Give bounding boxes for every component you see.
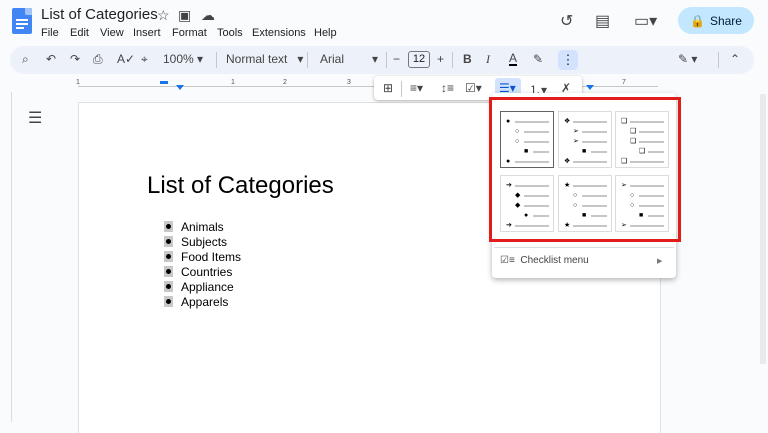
hide-menus-icon[interactable]: ⌃ — [730, 52, 740, 66]
editing-mode-icon[interactable]: ✎ ▾ — [678, 52, 697, 66]
bullet-icon — [164, 251, 173, 262]
print-icon[interactable]: ⎙ — [93, 52, 103, 67]
submenu-arrow-icon: ▶ — [657, 258, 663, 265]
docs-logo-icon[interactable] — [12, 8, 32, 34]
menu-help[interactable]: Help — [314, 27, 337, 39]
document-outline-icon[interactable]: ☰ — [28, 108, 42, 128]
right-indent-marker[interactable] — [586, 85, 594, 90]
highlight-color-icon[interactable]: ✎ — [533, 52, 543, 66]
ruler-number: 3 — [347, 79, 351, 86]
red-highlight-box — [489, 97, 681, 242]
menu-edit[interactable]: Edit — [70, 27, 89, 39]
share-button[interactable]: 🔒 Share — [678, 7, 754, 34]
menu-divider — [494, 247, 674, 248]
list-item[interactable]: Food Items — [164, 250, 241, 264]
menu-insert[interactable]: Insert — [133, 27, 161, 39]
bullet-icon — [164, 236, 173, 247]
checklist-icon: ☑≡ — [500, 255, 515, 266]
search-menus-icon[interactable]: ⌕ — [22, 52, 29, 67]
decrease-font-size-button[interactable]: − — [393, 52, 400, 66]
menu-tools[interactable]: Tools — [217, 27, 243, 39]
zoom-value: 100% — [163, 52, 194, 66]
undo-icon[interactable]: ↶ — [46, 52, 56, 66]
bullet-icon — [164, 281, 173, 292]
align-icon[interactable]: ≡▾ — [410, 81, 423, 95]
document-heading[interactable]: List of Categories — [147, 172, 334, 200]
bullet-icon — [164, 296, 173, 307]
comments-icon[interactable]: ▤ — [595, 11, 610, 31]
menu-extensions[interactable]: Extensions — [252, 27, 306, 39]
list-item[interactable]: Appliance — [164, 280, 234, 294]
list-item[interactable]: Apparels — [164, 295, 228, 309]
move-folder-icon[interactable]: ▣ — [178, 7, 191, 24]
left-indent-marker[interactable] — [176, 85, 184, 90]
lock-icon: 🔒 — [690, 13, 705, 28]
style-select[interactable]: Normal text ▾ — [226, 52, 303, 66]
redo-icon[interactable]: ↷ — [70, 52, 80, 66]
bold-icon[interactable]: B — [463, 52, 472, 66]
line-spacing-icon[interactable]: ↕≡ — [441, 81, 454, 95]
ruler-number: 2 — [283, 79, 287, 86]
vertical-ruler — [0, 92, 12, 422]
text-color-icon[interactable]: A — [509, 52, 518, 66]
list-item[interactable]: Animals — [164, 220, 224, 234]
toolbar-divider — [386, 52, 387, 68]
vertical-scrollbar[interactable] — [760, 94, 766, 364]
bullet-icon — [164, 221, 173, 232]
insert-image-icon[interactable]: ⊞ — [383, 81, 393, 95]
first-line-indent-marker[interactable] — [160, 81, 168, 84]
font-select[interactable]: Arial ▾ — [320, 52, 378, 66]
share-label: Share — [709, 13, 742, 28]
toolbar-divider — [718, 52, 719, 68]
history-icon[interactable]: ↺ — [560, 11, 573, 31]
toolbar-divider — [452, 52, 453, 68]
more-options-icon[interactable]: ⋮ — [558, 50, 578, 70]
toolbar-divider — [307, 52, 308, 68]
style-value: Normal text — [226, 52, 288, 66]
list-item[interactable]: Subjects — [164, 235, 227, 249]
toolbar-divider — [216, 52, 217, 68]
menu-view[interactable]: View — [100, 27, 124, 39]
font-value: Arial — [320, 52, 345, 66]
list-item[interactable]: Countries — [164, 265, 232, 279]
checklist-icon[interactable]: ☑▾ — [465, 81, 482, 95]
cloud-status-icon: ☁ — [201, 7, 215, 23]
toolbar-divider — [401, 81, 402, 97]
star-icon[interactable]: ☆ — [157, 7, 170, 24]
zoom-select[interactable]: 100% ▾ — [163, 52, 203, 66]
bullet-icon — [164, 266, 173, 277]
italic-icon[interactable]: I — [486, 52, 490, 67]
paint-format-icon[interactable]: ⌖ — [141, 52, 148, 67]
ruler-number: 1 — [231, 79, 235, 86]
spellcheck-icon[interactable]: A✓ — [117, 52, 135, 66]
menu-format[interactable]: Format — [172, 27, 207, 39]
meet-icon[interactable]: ▭▾ — [634, 11, 657, 31]
checklist-menu-label: Checklist menu — [520, 255, 589, 266]
font-size-input[interactable]: 12 — [408, 51, 430, 68]
menu-file[interactable]: File — [41, 27, 59, 39]
increase-font-size-button[interactable]: + — [437, 52, 444, 66]
ruler-number: 1 — [76, 79, 80, 86]
ruler-number: 7 — [622, 79, 626, 86]
document-title[interactable]: List of Categories — [41, 6, 158, 23]
checklist-menu-item[interactable]: ☑≡ Checklist menu — [500, 255, 589, 266]
